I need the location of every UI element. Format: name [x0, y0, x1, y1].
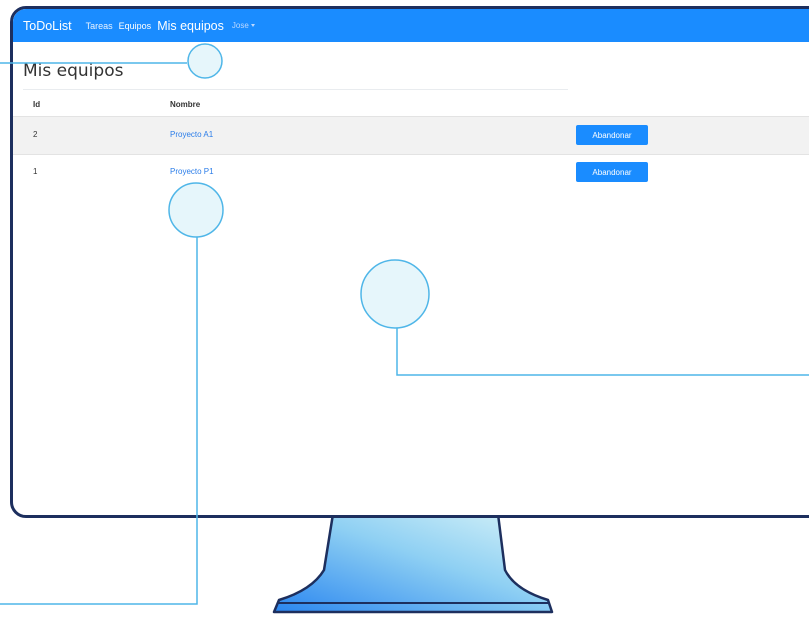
user-dropdown[interactable]: Jose	[232, 21, 255, 30]
table-row: 1 Proyecto P1 Abandonar	[13, 154, 809, 191]
team-link[interactable]: Proyecto A1	[170, 130, 213, 139]
table-row: 2 Proyecto A1 Abandonar	[13, 116, 809, 155]
row-id: 2	[33, 130, 38, 139]
column-header-nombre: Nombre	[170, 100, 201, 109]
row-id: 1	[33, 167, 38, 176]
column-header-id: Id	[33, 100, 41, 109]
brand-link[interactable]: ToDoList	[23, 19, 72, 33]
nav-tareas[interactable]: Tareas	[86, 21, 113, 31]
navbar: ToDoList Tareas Equipos Mis equipos Jose	[13, 9, 809, 42]
team-link[interactable]: Proyecto P1	[170, 167, 214, 176]
nav-mis-equipos[interactable]: Mis equipos	[157, 19, 224, 33]
divider	[23, 89, 568, 90]
monitor-screen: ToDoList Tareas Equipos Mis equipos Jose…	[10, 6, 809, 518]
illustration-scene: ToDoList Tareas Equipos Mis equipos Jose…	[0, 0, 809, 619]
user-name: Jose	[231, 21, 249, 30]
page-title: Mis equipos	[23, 61, 124, 81]
abandonar-button[interactable]: Abandonar	[576, 125, 648, 145]
nav-equipos[interactable]: Equipos	[119, 21, 152, 31]
abandonar-button[interactable]: Abandonar	[576, 162, 648, 182]
chevron-down-icon	[250, 24, 255, 27]
